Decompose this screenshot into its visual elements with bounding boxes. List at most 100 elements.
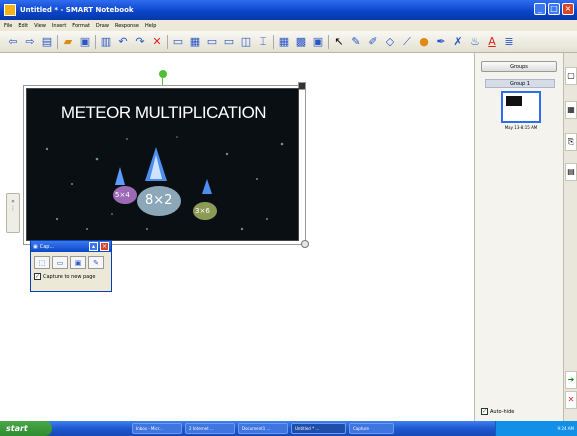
shapes-icon[interactable]: ● — [417, 35, 431, 49]
table-icon[interactable]: ▦ — [188, 35, 202, 49]
next-page-icon[interactable]: ⇨ — [23, 35, 37, 49]
meteor-slide-image[interactable]: METEOR MULTIPLICATION 5×4 8×2 3×6 — [26, 88, 299, 241]
camera-icon: ▣ — [33, 243, 38, 250]
menu-bar: File Edit View Insert Format Draw Respon… — [0, 20, 577, 31]
smart-notebook-window: Untitled * - SMART Notebook _ □ × File E… — [0, 0, 577, 436]
select-icon[interactable]: ↖ — [332, 35, 346, 49]
menu-format[interactable]: Format — [72, 23, 90, 29]
undo-icon[interactable]: ↶ — [116, 35, 130, 49]
capture-buttons: ⬚ ▭ ▣ ✎ — [31, 252, 111, 273]
autohide-option[interactable]: ✓ Auto-hide — [481, 408, 514, 415]
freehand-capture-icon[interactable]: ✎ — [88, 256, 104, 269]
paste-icon[interactable]: ▥ — [99, 35, 113, 49]
window-controls: _ □ × — [534, 3, 574, 15]
menu-draw[interactable]: Draw — [96, 23, 109, 29]
capture-to-new-page-checkbox[interactable]: ✓ — [34, 273, 41, 280]
start-button[interactable]: start — [0, 421, 52, 436]
menu-help[interactable]: Help — [145, 23, 156, 29]
taskbar-button-document[interactable]: Document1 ... — [238, 423, 288, 434]
line-icon[interactable]: ⟋ — [400, 35, 414, 49]
page-sorter-panel: Groups Group 1 May 13-8:15 AM ✓ Auto-hid… — [474, 53, 563, 421]
page-sorter-tab-icon[interactable]: ▢ — [565, 67, 577, 85]
document-camera-icon[interactable]: ▭ — [205, 35, 219, 49]
toolbar-divider — [167, 34, 168, 49]
minimize-button[interactable]: _ — [534, 3, 546, 15]
resize-handle[interactable] — [301, 240, 309, 248]
add-page-icon[interactable]: ▤ — [40, 35, 54, 49]
taskbar-button-inbox[interactable]: Inbox - Micr... — [132, 423, 182, 434]
meteor-label-2: 8×2 — [145, 193, 173, 208]
autohide-label: Auto-hide — [490, 408, 515, 415]
more-icon[interactable]: ≣ — [502, 35, 516, 49]
window-title: Untitled * - SMART Notebook — [20, 6, 134, 14]
eraser-icon[interactable]: ◇ — [383, 35, 397, 49]
maximize-button[interactable]: □ — [548, 3, 560, 15]
capture-option-label: Capture to new page — [43, 273, 96, 280]
close-button[interactable]: × — [562, 3, 574, 15]
properties-tab-icon[interactable]: ▤ — [565, 163, 577, 181]
clock[interactable]: 9:24 AM — [558, 426, 574, 431]
meteor-label-3: 3×6 — [195, 207, 210, 215]
toolbar-divider — [328, 34, 329, 49]
toolbar-divider — [95, 34, 96, 49]
capture-to-new-page-option[interactable]: ✓ Capture to new page — [31, 273, 111, 280]
delete-page-icon[interactable]: ✕ — [565, 391, 577, 409]
main-toolbar: ⇦ ⇨ ▤ ▰ ▣ ▥ ↶ ↷ ✕ ▭ ▦ ▭ ▭ ◫ ⌶ ▦ ▩ ▣ ↖ ✎ … — [0, 31, 577, 53]
groups-button[interactable]: Groups — [481, 61, 557, 72]
open-icon[interactable]: ▰ — [61, 35, 75, 49]
menu-response[interactable]: Response — [115, 23, 139, 29]
attachments-tab-icon[interactable]: ⎘ — [565, 133, 577, 151]
meteor-label-1: 5×4 — [115, 191, 130, 199]
taskbar-button-notebook[interactable]: Untitled * ... — [291, 423, 346, 434]
rotate-handle[interactable] — [159, 70, 167, 78]
menu-edit[interactable]: Edit — [18, 23, 28, 29]
capture-close-button[interactable]: × — [100, 242, 109, 251]
thumbnail-image — [506, 96, 522, 106]
left-panel-toggle[interactable]: » ⋮ — [6, 193, 20, 233]
toolbar-divider — [57, 34, 58, 49]
creative-pen-icon[interactable]: ✐ — [366, 35, 380, 49]
page-thumbnail[interactable] — [501, 91, 541, 123]
taskbar-button-capture[interactable]: Capture — [349, 423, 394, 434]
magic-pen-icon[interactable]: ✒ — [434, 35, 448, 49]
group-header[interactable]: Group 1 — [485, 79, 555, 88]
screen-shade-icon[interactable]: ▭ — [171, 35, 185, 49]
capture-toolbar-titlebar[interactable]: ▣ Cap... ▴ × — [31, 241, 111, 252]
redo-icon[interactable]: ↷ — [133, 35, 147, 49]
capture-minimize-button[interactable]: ▴ — [89, 242, 98, 251]
fill-icon[interactable]: ✗ — [451, 35, 465, 49]
app-icon — [4, 4, 16, 16]
side-tab-strip: ▢ ▦ ⎘ ▤ ➜ ✕ — [563, 53, 577, 421]
window-capture-icon[interactable]: ▭ — [52, 256, 68, 269]
screen-capture-icon[interactable]: ▣ — [70, 256, 86, 269]
dual-page-icon[interactable]: ◫ — [239, 35, 253, 49]
delete-icon[interactable]: ✕ — [150, 35, 164, 49]
system-tray: 9:24 AM — [495, 421, 577, 436]
menu-view[interactable]: View — [34, 23, 46, 29]
save-icon[interactable]: ▣ — [78, 35, 92, 49]
next-arrow-icon[interactable]: ➜ — [565, 371, 577, 389]
menu-file[interactable]: File — [4, 23, 12, 29]
slide-title: METEOR MULTIPLICATION — [60, 103, 267, 122]
title-bar: Untitled * - SMART Notebook _ □ × — [0, 0, 577, 20]
area-capture-icon[interactable]: ⬚ — [34, 256, 50, 269]
capture-icon[interactable]: ▭ — [222, 35, 236, 49]
table-insert-icon[interactable]: ▦ — [277, 35, 291, 49]
properties-icon[interactable]: ▩ — [294, 35, 308, 49]
autohide-checkbox[interactable]: ✓ — [481, 408, 488, 415]
full-screen-icon[interactable]: ⌶ — [256, 35, 270, 49]
windows-taskbar: start Inbox - Micr... 2 Internet ... Doc… — [0, 421, 577, 436]
text-icon[interactable]: A — [485, 35, 499, 49]
menu-insert[interactable]: Insert — [52, 23, 66, 29]
gallery-tab-icon[interactable]: ▦ — [565, 101, 577, 119]
taskbar-button-internet[interactable]: 2 Internet ... — [185, 423, 235, 434]
toolbar-divider — [273, 34, 274, 49]
pen-icon[interactable]: ✎ — [349, 35, 363, 49]
object-menu-handle[interactable] — [298, 82, 306, 90]
capture-toolbar-title: Cap... — [39, 243, 55, 250]
fill-bucket-icon[interactable]: ♨ — [468, 35, 482, 49]
previous-page-icon[interactable]: ⇦ — [6, 35, 20, 49]
page-layout-icon[interactable]: ▣ — [311, 35, 325, 49]
thumbnail-label: May 13-8:15 AM — [504, 125, 538, 130]
capture-toolbar: ▣ Cap... ▴ × ⬚ ▭ ▣ ✎ ✓ Capture to new pa… — [30, 240, 112, 292]
